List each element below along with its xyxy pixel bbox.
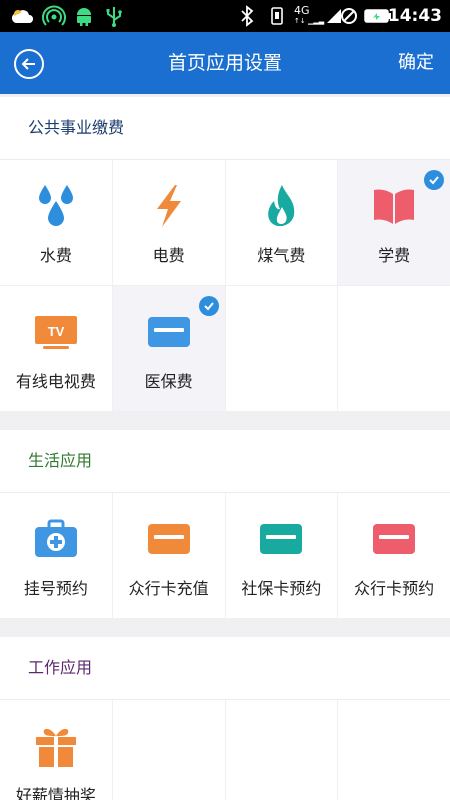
app-item-label: 电费 — [152, 246, 185, 265]
4g-signal-icon: 4G ↑↓ ▁▂▃ — [294, 0, 342, 32]
title-bar: 首页应用设置 确定 — [0, 32, 450, 94]
app-item[interactable]: 医保费 — [112, 286, 225, 411]
section-1: 公共事业缴费水费 电费 煤气费 学费 TV 有线电视费 医保费 — [0, 97, 450, 411]
app-item[interactable]: 社保卡预约 — [225, 493, 338, 618]
android-icon — [74, 0, 94, 32]
app-item-label: 水费 — [39, 246, 72, 265]
lightning-icon — [145, 182, 193, 230]
usb-icon — [104, 0, 124, 32]
gift-icon — [32, 722, 80, 770]
water-drops-icon — [32, 182, 80, 230]
app-item[interactable]: 众行卡预约 — [338, 493, 450, 618]
app-item-label: 医保费 — [144, 372, 193, 391]
vibrate-icon — [268, 0, 286, 32]
app-item-label: 有线电视费 — [15, 372, 96, 391]
card-icon — [145, 308, 193, 356]
confirm-button[interactable]: 确定 — [398, 32, 434, 94]
page-title: 首页应用设置 — [167, 52, 282, 74]
section-2: 生活应用挂号预约 众行卡充值 社保卡预约 众行卡预约 — [0, 430, 450, 618]
app-item[interactable]: 好薪情抽奖 — [0, 700, 112, 800]
section-title: 公共事业缴费 — [28, 118, 125, 137]
section-3: 工作应用好薪情抽奖 — [0, 637, 450, 800]
app-grid: 挂号预约 众行卡充值 社保卡预约 众行卡预约 — [0, 492, 450, 618]
app-item[interactable]: 煤气费 — [225, 160, 338, 285]
app-item-label: 煤气费 — [257, 246, 306, 265]
checkmark-icon — [198, 296, 219, 316]
medical-kit-icon — [32, 515, 80, 563]
app-item[interactable]: 水费 — [0, 160, 112, 285]
card-icon — [145, 515, 193, 563]
signal-waves-icon — [42, 0, 66, 32]
flame-icon — [257, 182, 305, 230]
app-item-label: 众行卡充值 — [128, 579, 209, 598]
app-item-label: 挂号预约 — [23, 579, 88, 598]
app-item[interactable]: 挂号预约 — [0, 493, 112, 618]
empty-cell — [338, 700, 450, 800]
app-item[interactable]: 众行卡充值 — [112, 493, 225, 618]
app-item[interactable]: 电费 — [112, 160, 225, 285]
app-item-label: 好薪情抽奖 — [15, 786, 96, 800]
section-title: 工作应用 — [28, 658, 93, 677]
tv-icon: TV — [32, 308, 80, 356]
app-item-label: 学费 — [378, 246, 411, 265]
empty-cell — [225, 286, 338, 411]
status-bar: 4G ↑↓ ▁▂▃ 14:43 — [0, 0, 450, 32]
section-title: 生活应用 — [28, 451, 93, 470]
empty-cell — [112, 700, 225, 800]
app-item[interactable]: 学费 — [338, 160, 450, 285]
cloud-icon — [10, 0, 34, 32]
no-sim-icon — [340, 0, 358, 32]
bluetooth-icon — [238, 0, 256, 32]
app-item-label: 社保卡预约 — [241, 579, 322, 598]
app-item-label: 众行卡预约 — [354, 579, 435, 598]
card-icon — [257, 515, 305, 563]
empty-cell — [225, 700, 338, 800]
svg-text:TV: TV — [48, 324, 65, 339]
status-time: 14:43 — [387, 6, 442, 26]
empty-cell — [338, 286, 450, 411]
app-grid: 好薪情抽奖 — [0, 699, 450, 800]
app-grid: 水费 电费 煤气费 学费 TV 有线电视费 医保费 — [0, 159, 450, 411]
app-item[interactable]: TV 有线电视费 — [0, 286, 112, 411]
book-icon — [370, 182, 418, 230]
card-icon — [370, 515, 418, 563]
checkmark-icon — [424, 170, 444, 190]
